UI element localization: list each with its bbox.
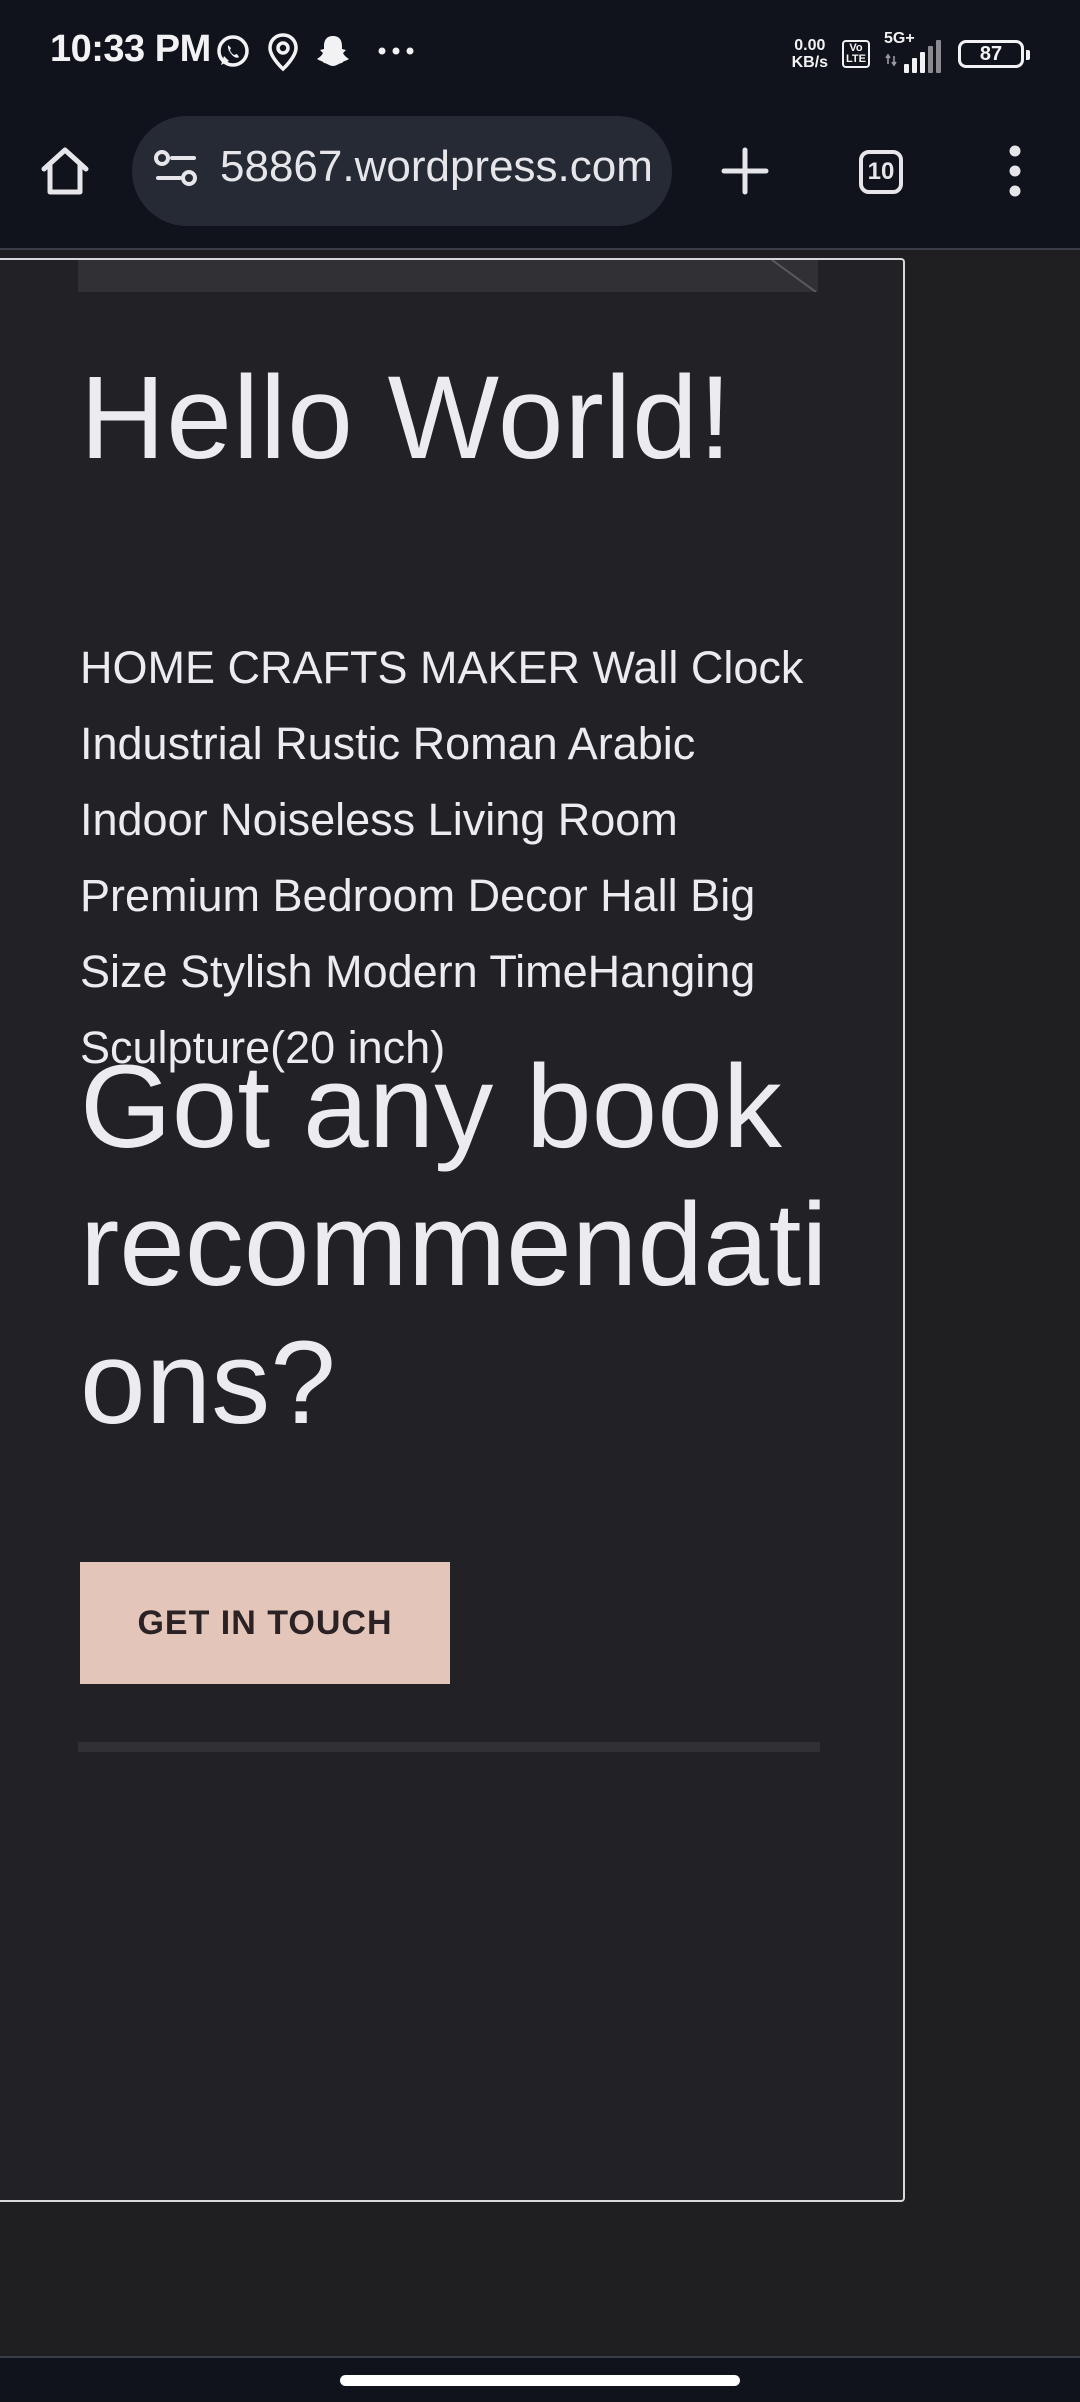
book-question-heading: Got any book recommendations? <box>80 1041 828 1449</box>
network-speed-value: 0.00 <box>794 37 826 54</box>
card-top-bar <box>78 260 818 292</box>
battery-level: 87 <box>979 42 1003 65</box>
browser-toolbar: 58867.wordpress.com 10 <box>0 108 1080 250</box>
web-page: Hello World! HOME CRAFTS MAKER Wall Cloc… <box>0 250 1080 2356</box>
battery-icon: 87 <box>958 40 1030 68</box>
network-speed-unit: KB/s <box>791 54 829 71</box>
status-bar: 10:33 PM 0.00 KB/s Vo LTE 5G+ 87 <box>0 0 1080 108</box>
snapchat-icon <box>314 32 352 75</box>
home-gesture-pill[interactable] <box>340 2375 740 2386</box>
card-divider <box>78 1742 820 1752</box>
gesture-nav-bar <box>0 2356 1080 2402</box>
status-right-cluster: 0.00 KB/s Vo LTE 5G+ 87 <box>792 30 1030 78</box>
site-settings-icon[interactable] <box>152 146 200 199</box>
tab-switcher-button[interactable]: 10 <box>846 142 916 202</box>
volte-bottom-label: LTE <box>846 53 866 65</box>
product-description: HOME CRAFTS MAKER Wall Clock Industrial … <box>80 642 804 1073</box>
vertical-dots-icon <box>1009 145 1021 197</box>
new-tab-button[interactable] <box>710 136 780 206</box>
get-in-touch-button[interactable]: GET IN TOUCH <box>80 1562 450 1684</box>
url-text[interactable]: 58867.wordpress.com <box>220 142 660 192</box>
url-bar[interactable]: 58867.wordpress.com <box>132 116 672 226</box>
whatsapp-icon <box>214 32 252 75</box>
home-icon <box>41 147 89 195</box>
volte-icon: Vo LTE <box>842 40 870 68</box>
network-speed: 0.00 KB/s <box>792 37 828 71</box>
home-button[interactable] <box>30 136 100 206</box>
signal-icon: 5G+ <box>884 30 944 74</box>
more-dots-icon <box>376 36 416 71</box>
tab-count: 10 <box>859 150 903 194</box>
page-fold-icon <box>771 260 817 292</box>
browser-menu-button[interactable] <box>990 136 1040 206</box>
page-heading: Hello World! <box>80 352 733 484</box>
location-icon <box>266 32 300 77</box>
status-time: 10:33 PM <box>50 28 211 70</box>
content-card: Hello World! HOME CRAFTS MAKER Wall Cloc… <box>0 258 905 2202</box>
plus-icon <box>721 147 769 195</box>
